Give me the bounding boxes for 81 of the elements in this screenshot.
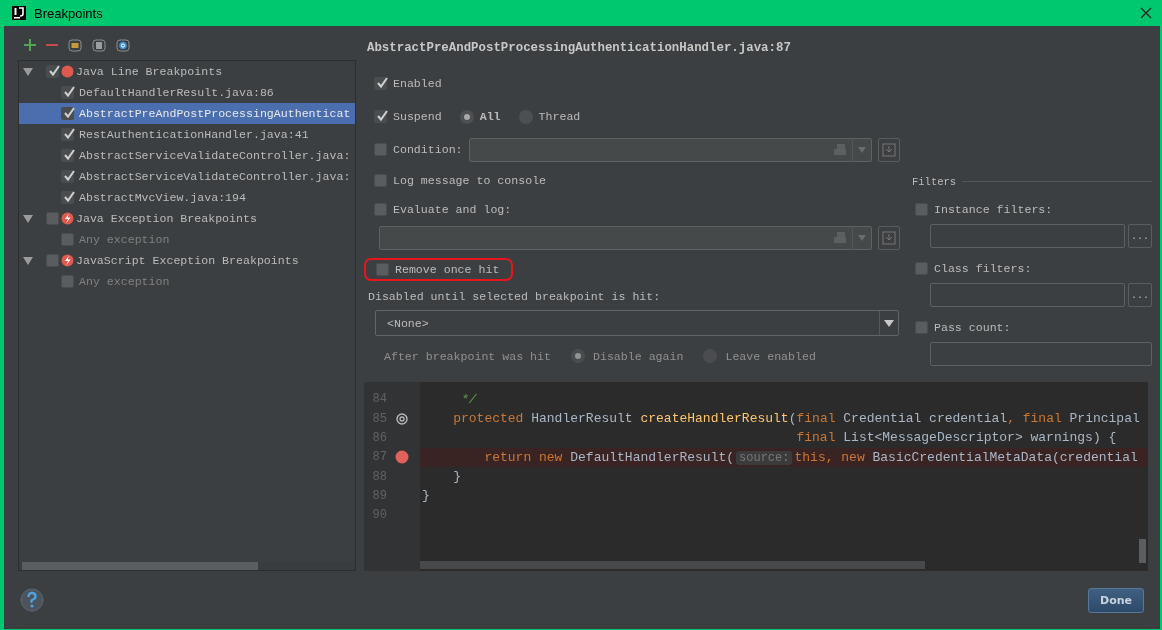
checkbox[interactable]: [374, 110, 387, 123]
checkbox[interactable]: [61, 128, 74, 141]
checkbox-label[interactable]: Log message to console: [393, 173, 547, 187]
checkbox-label[interactable]: Evaluate and log:: [393, 202, 512, 216]
override-marker-icon[interactable]: [396, 412, 408, 425]
code-line: final List<MessageDescriptor> warnings) {: [795, 430, 1117, 446]
expand-arrow-icon[interactable]: [23, 255, 33, 266]
breakpoint-dot-icon: [61, 65, 74, 78]
browse-button[interactable]: ...: [1128, 283, 1152, 307]
help-icon[interactable]: [20, 588, 44, 612]
code-line: }: [422, 488, 430, 504]
checkbox-label[interactable]: Instance filters:: [934, 202, 1053, 216]
checkbox[interactable]: [915, 320, 928, 334]
stack-icon[interactable]: [833, 231, 849, 245]
section-label: After breakpoint was hit: [384, 349, 551, 363]
expand-field-button[interactable]: [878, 137, 900, 162]
checkbox-label[interactable]: Pass count:: [934, 320, 1011, 334]
tree-label[interactable]: AbstractServiceValidateController.java:: [79, 170, 351, 183]
checkbox-label[interactable]: Class filters:: [934, 261, 1032, 275]
tree-label[interactable]: Java Exception Breakpoints: [76, 212, 257, 225]
tree-label[interactable]: AbstractMvcView.java:194: [79, 191, 246, 204]
close-icon[interactable]: [1140, 7, 1152, 19]
tree-label[interactable]: RestAuthenticationHandler.java:41: [79, 128, 309, 141]
lightning-icon: [61, 254, 74, 267]
expand-arrow-icon[interactable]: [23, 66, 33, 77]
checkbox-label[interactable]: Enabled: [393, 77, 442, 90]
document-icon[interactable]: [92, 38, 106, 52]
radio-label[interactable]: Thread: [538, 110, 581, 123]
checkbox[interactable]: [46, 65, 59, 78]
checkbox[interactable]: [374, 77, 387, 90]
breakpoint-select[interactable]: <None>: [375, 310, 899, 336]
lightning-icon: [61, 212, 74, 225]
code-line: */: [460, 391, 477, 407]
checkbox[interactable]: [374, 202, 387, 216]
checkbox-label[interactable]: Condition:: [393, 143, 463, 156]
filter-field[interactable]: [930, 224, 1125, 248]
tree-label[interactable]: AbstractServiceValidateController.java:: [79, 149, 351, 162]
app-logo-icon: [12, 6, 26, 20]
expand-arrow-icon[interactable]: [23, 213, 33, 224]
breakpoint-title: AbstractPreAndPostProcessingAuthenticationHandler.java:87: [366, 40, 791, 57]
browse-button[interactable]: ...: [1128, 224, 1152, 248]
checkbox[interactable]: [61, 191, 74, 204]
checkbox[interactable]: [374, 173, 387, 187]
evaluate-field[interactable]: [379, 226, 872, 250]
checkbox[interactable]: [61, 170, 74, 183]
section-title: Filters: [912, 175, 957, 188]
expand-field-button[interactable]: [878, 226, 900, 250]
checkbox[interactable]: [46, 254, 59, 267]
checkbox-label[interactable]: Remove once hit: [395, 262, 500, 276]
checkbox[interactable]: [61, 86, 74, 99]
class-icon[interactable]: [116, 38, 130, 52]
code-line: }: [452, 469, 461, 485]
done-button[interactable]: Done: [1088, 587, 1144, 613]
add-icon[interactable]: [24, 39, 36, 51]
radio-button[interactable]: [459, 109, 474, 124]
checkbox[interactable]: [61, 149, 74, 162]
window-title: Breakpoints: [34, 5, 104, 21]
checkbox[interactable]: [376, 262, 389, 276]
tree-label[interactable]: JavaScript Exception Breakpoints: [76, 254, 299, 267]
code-line: return new DefaultHandlerResult( source: this, new BasicCredentialMetaData(credential: [483, 449, 1138, 465]
folder-icon[interactable]: [68, 38, 82, 52]
horizontal-scrollbar[interactable]: [420, 561, 925, 569]
checkbox[interactable]: [915, 202, 928, 216]
checkbox[interactable]: [374, 143, 387, 156]
checkbox[interactable]: [915, 261, 928, 275]
code-line: protected HandlerResult createHandlerResult(final Credential credential, final Principal: [452, 411, 1140, 427]
tree-row[interactable]: AbstractPreAndPostProcessingAuthenticat: [19, 103, 355, 124]
checkbox-label[interactable]: Suspend: [393, 110, 442, 123]
checkbox[interactable]: [61, 107, 74, 120]
condition-field[interactable]: [468, 137, 872, 162]
section-label: Disabled until selected breakpoint is hit:: [368, 289, 661, 303]
filter-field[interactable]: [930, 342, 1152, 366]
radio-label[interactable]: All: [479, 110, 501, 123]
checkbox[interactable]: [46, 212, 59, 225]
breakpoint-dot-icon[interactable]: [395, 450, 409, 465]
tree-label[interactable]: Java Line Breakpoints: [76, 65, 223, 78]
stack-icon[interactable]: [833, 142, 849, 157]
vertical-scrollbar[interactable]: [1139, 539, 1146, 563]
tree-label[interactable]: DefaultHandlerResult.java:86: [79, 86, 274, 99]
filter-field[interactable]: [930, 283, 1125, 307]
dropdown-arrow-icon[interactable]: [884, 319, 894, 327]
